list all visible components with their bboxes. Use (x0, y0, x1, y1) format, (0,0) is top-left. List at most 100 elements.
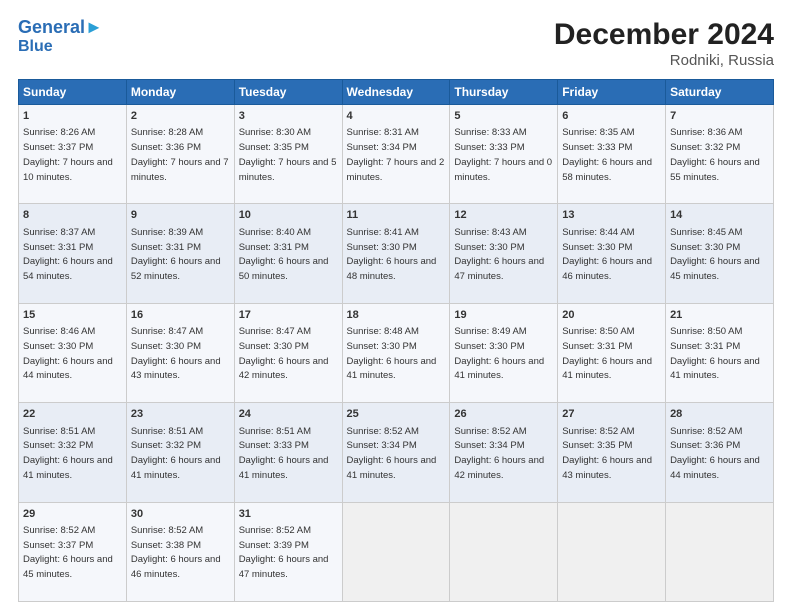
col-header-sunday: Sunday (19, 80, 127, 105)
day-number: 22 (23, 407, 122, 422)
calendar-cell: 15Sunrise: 8:46 AMSunset: 3:30 PMDayligh… (19, 303, 127, 402)
col-header-monday: Monday (126, 80, 234, 105)
calendar-cell: 12Sunrise: 8:43 AMSunset: 3:30 PMDayligh… (450, 204, 558, 303)
day-detail: Sunrise: 8:51 AMSunset: 3:32 PMDaylight:… (23, 426, 113, 481)
calendar-cell (342, 502, 450, 601)
day-number: 23 (131, 407, 230, 422)
logo-subtext: Blue (18, 38, 53, 56)
day-detail: Sunrise: 8:52 AMSunset: 3:38 PMDaylight:… (131, 525, 221, 580)
calendar-cell: 31 Sunrise: 8:52 AMSunset: 3:39 PMDayligh… (234, 502, 342, 601)
day-number: 28 (670, 407, 769, 422)
calendar-cell: 14 Sunrise: 8:45 AMSunset: 3:30 PMDayligh… (666, 204, 774, 303)
calendar-cell: 13Sunrise: 8:44 AMSunset: 3:30 PMDayligh… (558, 204, 666, 303)
day-number: 11 (347, 208, 446, 223)
day-detail: Sunrise: 8:52 AMSunset: 3:39 PMDaylight:… (239, 525, 329, 580)
day-number: 30 (131, 507, 230, 522)
day-detail: Sunrise: 8:45 AMSunset: 3:30 PMDaylight:… (670, 227, 760, 282)
calendar-cell: 29 Sunrise: 8:52 AMSunset: 3:37 PMDayligh… (19, 502, 127, 601)
calendar-cell: 6Sunrise: 8:35 AMSunset: 3:33 PMDaylight… (558, 105, 666, 204)
day-detail: Sunrise: 8:47 AMSunset: 3:30 PMDaylight:… (131, 326, 221, 381)
day-detail: Sunrise: 8:51 AMSunset: 3:33 PMDaylight:… (239, 426, 329, 481)
col-header-saturday: Saturday (666, 80, 774, 105)
calendar-title: December 2024 (554, 18, 774, 52)
day-number: 9 (131, 208, 230, 223)
day-number: 17 (239, 308, 338, 323)
calendar-cell: 19 Sunrise: 8:49 AMSunset: 3:30 PMDayligh… (450, 303, 558, 402)
calendar-cell: 30 Sunrise: 8:52 AMSunset: 3:38 PMDayligh… (126, 502, 234, 601)
day-detail: Sunrise: 8:52 AMSunset: 3:35 PMDaylight:… (562, 426, 652, 481)
day-detail: Sunrise: 8:39 AMSunset: 3:31 PMDaylight:… (131, 227, 221, 282)
calendar-cell: 27 Sunrise: 8:52 AMSunset: 3:35 PMDayligh… (558, 403, 666, 502)
calendar-cell: 24Sunrise: 8:51 AMSunset: 3:33 PMDayligh… (234, 403, 342, 502)
day-number: 12 (454, 208, 553, 223)
day-number: 27 (562, 407, 661, 422)
day-number: 6 (562, 109, 661, 124)
calendar-subtitle: Rodniki, Russia (554, 52, 774, 69)
day-number: 18 (347, 308, 446, 323)
calendar-cell: 3Sunrise: 8:30 AMSunset: 3:35 PMDaylight… (234, 105, 342, 204)
calendar-cell: 9 Sunrise: 8:39 AMSunset: 3:31 PMDaylight… (126, 204, 234, 303)
day-detail: Sunrise: 8:28 AMSunset: 3:36 PMDaylight:… (131, 127, 229, 182)
day-detail: Sunrise: 8:26 AMSunset: 3:37 PMDaylight:… (23, 127, 113, 182)
calendar-cell: 10 Sunrise: 8:40 AMSunset: 3:31 PMDayligh… (234, 204, 342, 303)
day-number: 20 (562, 308, 661, 323)
day-detail: Sunrise: 8:52 AMSunset: 3:37 PMDaylight:… (23, 525, 113, 580)
calendar-cell: 20 Sunrise: 8:50 AMSunset: 3:31 PMDayligh… (558, 303, 666, 402)
day-number: 16 (131, 308, 230, 323)
day-detail: Sunrise: 8:37 AMSunset: 3:31 PMDaylight:… (23, 227, 113, 282)
day-detail: Sunrise: 8:52 AMSunset: 3:34 PMDaylight:… (454, 426, 544, 481)
logo: General► Blue (18, 18, 103, 55)
col-header-thursday: Thursday (450, 80, 558, 105)
day-number: 13 (562, 208, 661, 223)
day-number: 14 (670, 208, 769, 223)
day-number: 8 (23, 208, 122, 223)
day-detail: Sunrise: 8:36 AMSunset: 3:32 PMDaylight:… (670, 127, 760, 182)
calendar-cell: 7Sunrise: 8:36 AMSunset: 3:32 PMDaylight… (666, 105, 774, 204)
calendar-cell (450, 502, 558, 601)
day-detail: Sunrise: 8:47 AMSunset: 3:30 PMDaylight:… (239, 326, 329, 381)
calendar-cell: 17 Sunrise: 8:47 AMSunset: 3:30 PMDayligh… (234, 303, 342, 402)
day-number: 29 (23, 507, 122, 522)
col-header-tuesday: Tuesday (234, 80, 342, 105)
day-detail: Sunrise: 8:48 AMSunset: 3:30 PMDaylight:… (347, 326, 437, 381)
calendar-cell: 2 Sunrise: 8:28 AMSunset: 3:36 PMDaylight… (126, 105, 234, 204)
day-number: 1 (23, 109, 122, 124)
day-detail: Sunrise: 8:33 AMSunset: 3:33 PMDaylight:… (454, 127, 552, 182)
calendar-cell: 26 Sunrise: 8:52 AMSunset: 3:34 PMDayligh… (450, 403, 558, 502)
day-detail: Sunrise: 8:49 AMSunset: 3:30 PMDaylight:… (454, 326, 544, 381)
day-detail: Sunrise: 8:50 AMSunset: 3:31 PMDaylight:… (670, 326, 760, 381)
calendar-cell: 11Sunrise: 8:41 AMSunset: 3:30 PMDayligh… (342, 204, 450, 303)
day-number: 19 (454, 308, 553, 323)
calendar-cell: 21 Sunrise: 8:50 AMSunset: 3:31 PMDayligh… (666, 303, 774, 402)
day-number: 21 (670, 308, 769, 323)
day-number: 4 (347, 109, 446, 124)
calendar-cell: 25Sunrise: 8:52 AMSunset: 3:34 PMDayligh… (342, 403, 450, 502)
day-number: 26 (454, 407, 553, 422)
day-detail: Sunrise: 8:52 AMSunset: 3:36 PMDaylight:… (670, 426, 760, 481)
calendar-cell: 4Sunrise: 8:31 AMSunset: 3:34 PMDaylight… (342, 105, 450, 204)
day-detail: Sunrise: 8:30 AMSunset: 3:35 PMDaylight:… (239, 127, 337, 182)
day-detail: Sunrise: 8:50 AMSunset: 3:31 PMDaylight:… (562, 326, 652, 381)
calendar-cell: 16 Sunrise: 8:47 AMSunset: 3:30 PMDayligh… (126, 303, 234, 402)
title-block: December 2024 Rodniki, Russia (554, 18, 774, 69)
day-number: 10 (239, 208, 338, 223)
logo-text: General► (18, 18, 103, 38)
calendar-cell: 18 Sunrise: 8:48 AMSunset: 3:30 PMDayligh… (342, 303, 450, 402)
col-header-wednesday: Wednesday (342, 80, 450, 105)
calendar-cell (666, 502, 774, 601)
day-detail: Sunrise: 8:46 AMSunset: 3:30 PMDaylight:… (23, 326, 113, 381)
day-number: 31 (239, 507, 338, 522)
calendar-table: SundayMondayTuesdayWednesdayThursdayFrid… (18, 79, 774, 602)
day-number: 2 (131, 109, 230, 124)
calendar-cell: 5 Sunrise: 8:33 AMSunset: 3:33 PMDaylight… (450, 105, 558, 204)
calendar-cell: 28 Sunrise: 8:52 AMSunset: 3:36 PMDayligh… (666, 403, 774, 502)
calendar-cell: 22 Sunrise: 8:51 AMSunset: 3:32 PMDayligh… (19, 403, 127, 502)
day-number: 5 (454, 109, 553, 124)
day-detail: Sunrise: 8:40 AMSunset: 3:31 PMDaylight:… (239, 227, 329, 282)
calendar-cell: 1 Sunrise: 8:26 AMSunset: 3:37 PMDaylight… (19, 105, 127, 204)
day-detail: Sunrise: 8:51 AMSunset: 3:32 PMDaylight:… (131, 426, 221, 481)
calendar-cell: 8 Sunrise: 8:37 AMSunset: 3:31 PMDaylight… (19, 204, 127, 303)
day-detail: Sunrise: 8:52 AMSunset: 3:34 PMDaylight:… (347, 426, 437, 481)
calendar-cell: 23 Sunrise: 8:51 AMSunset: 3:32 PMDayligh… (126, 403, 234, 502)
col-header-friday: Friday (558, 80, 666, 105)
